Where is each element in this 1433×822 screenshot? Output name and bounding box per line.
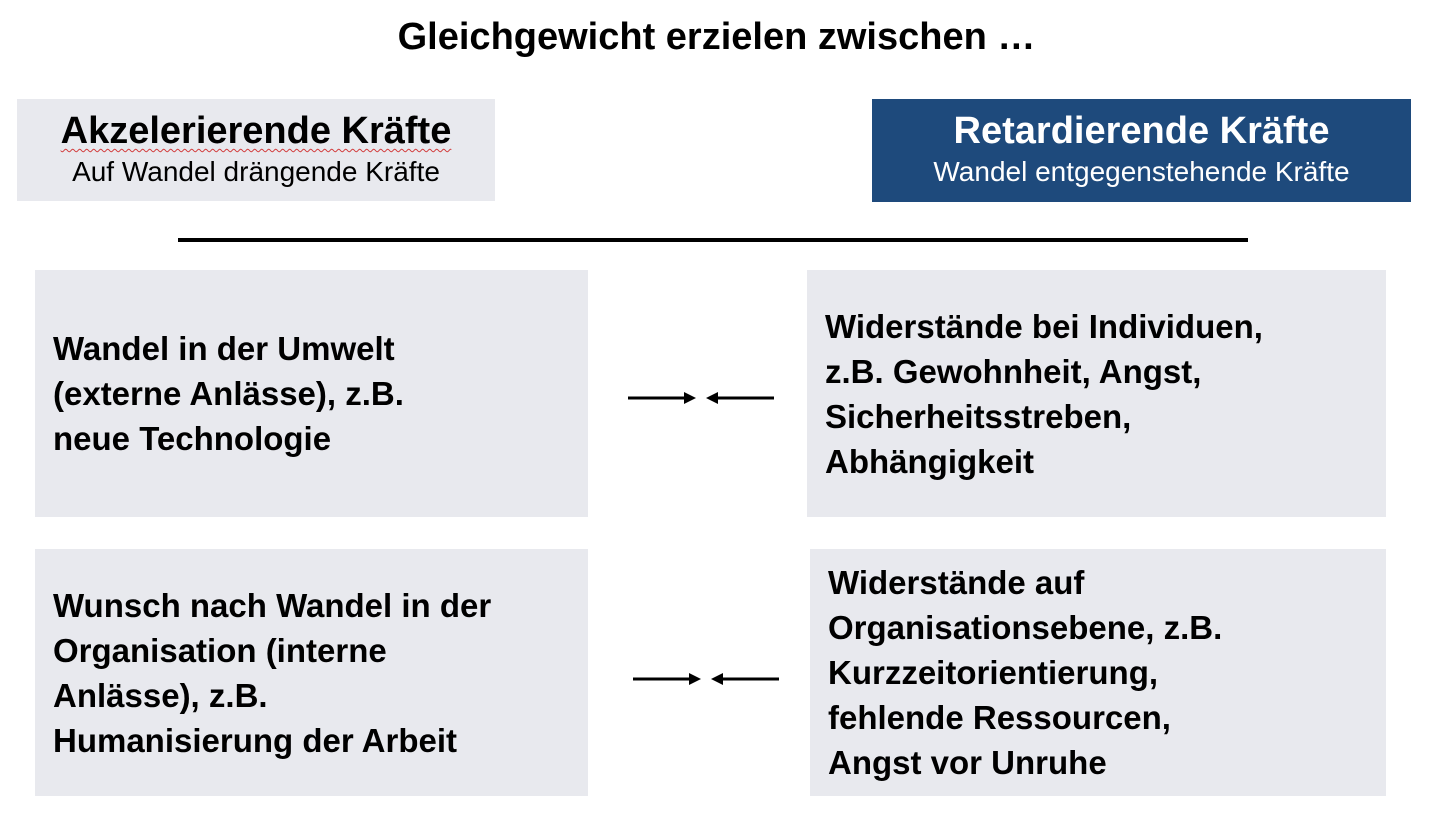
retarding-forces-header: Retardierende Kräfte Wandel entgegensteh…: [872, 99, 1411, 202]
arrow-right-head: [684, 392, 696, 404]
page-title: Gleichgewicht erzielen zwischen …: [397, 16, 1036, 58]
opposing-arrows-icon: [628, 392, 774, 404]
accelerating-forces-title: Akzelerierende Kräfte: [17, 109, 495, 153]
accelerating-force-box: Wunsch nach Wandel in der Organisation (…: [35, 549, 588, 796]
divider-line: [178, 238, 1248, 242]
arrow-left-head: [706, 392, 718, 404]
arrow-right-head: [689, 673, 701, 685]
retarding-force-box: Widerstände bei Individuen, z.B. Gewohnh…: [807, 270, 1386, 517]
retarding-force-text: Widerstände auf Organisationsebene, z.B.…: [828, 564, 1223, 781]
arrow-left-head: [711, 673, 723, 685]
accelerating-forces-title-text: Akzelerierende Kräfte: [60, 110, 452, 152]
accelerating-force-text: Wunsch nach Wandel in der Organisation (…: [53, 586, 492, 759]
accelerating-forces-header: Akzelerierende Kräfte Auf Wandel drängen…: [17, 99, 495, 201]
accelerating-forces-subtitle: Auf Wandel drängende Kräfte: [72, 156, 440, 187]
accelerating-force-text: Wandel in der Umwelt (externe Anlässe), …: [53, 330, 404, 457]
retarding-force-text: Widerstände bei Individuen, z.B. Gewohnh…: [825, 307, 1263, 480]
retarding-forces-subtitle: Wandel entgegenstehende Kräfte: [933, 156, 1350, 187]
retarding-force-box: Widerstände auf Organisationsebene, z.B.…: [810, 549, 1386, 796]
opposing-arrows-icon: [633, 673, 779, 685]
accelerating-force-box: Wandel in der Umwelt (externe Anlässe), …: [35, 270, 588, 517]
retarding-forces-title: Retardierende Kräfte: [953, 110, 1330, 152]
